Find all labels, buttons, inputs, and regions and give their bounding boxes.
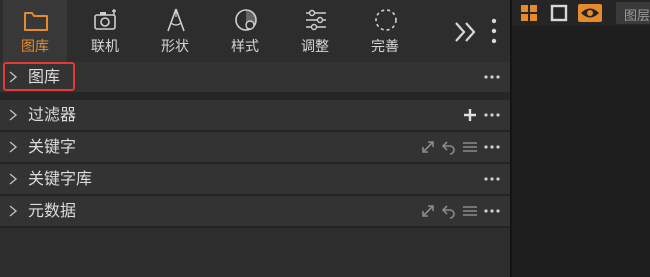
undo-icon[interactable]: [441, 139, 457, 155]
tool-tabs: 图库 联机 形状 样式 调整 完善: [0, 0, 510, 62]
chevron-right-icon[interactable]: [8, 109, 18, 121]
tab-style-label: 样式: [231, 39, 259, 55]
tab-refine-label: 完善: [371, 39, 399, 55]
panel-filters-title: 过滤器: [28, 105, 77, 124]
panel-metadata-actions: [420, 203, 500, 219]
panel-library[interactable]: 图库: [0, 62, 510, 92]
expand-icon[interactable]: [420, 139, 436, 155]
tab-adjust[interactable]: 调整: [283, 0, 347, 62]
more-icon[interactable]: [484, 203, 500, 219]
tab-layers-label: 图层: [624, 9, 650, 24]
highlight-box: [3, 62, 75, 91]
tab-tether[interactable]: 联机: [73, 0, 137, 62]
tab-style[interactable]: 样式: [213, 0, 277, 62]
expand-icon[interactable]: [420, 203, 436, 219]
panel-filters[interactable]: 过滤器: [0, 100, 510, 130]
panel-keyword-library[interactable]: 关键字库: [0, 164, 510, 194]
more-icon[interactable]: [484, 107, 500, 123]
palette-icon: [235, 9, 257, 31]
tab-layers[interactable]: 图层: [616, 2, 650, 24]
panel-filters-actions: [462, 107, 500, 123]
tab-shape-label: 形状: [161, 39, 189, 55]
list-icon[interactable]: [462, 203, 478, 219]
compass-icon: [167, 8, 185, 32]
plus-icon[interactable]: [462, 107, 478, 123]
vertical-dots-icon[interactable]: [487, 16, 501, 46]
folder-icon: [24, 12, 48, 31]
right-toolbar: 图层: [512, 0, 650, 26]
panel-keyword-library-actions: [484, 171, 500, 187]
list-icon[interactable]: [462, 139, 478, 155]
tab-library[interactable]: 图库: [3, 0, 67, 62]
tab-library-label: 图库: [21, 39, 49, 55]
tab-shape[interactable]: 形状: [143, 0, 207, 62]
double-chevron-right-icon[interactable]: [452, 20, 480, 44]
tab-tether-label: 联机: [91, 39, 119, 55]
left-panel: 图库 联机 形状 样式 调整 完善 图库 过滤器 关键字 关键字库 元数据: [0, 0, 510, 277]
more-icon[interactable]: [484, 171, 500, 187]
panel-library-actions: [484, 69, 500, 85]
camera-icon: [94, 9, 116, 30]
panel-keywords-actions: [420, 139, 500, 155]
divider: [0, 92, 510, 100]
grid-view-icon[interactable]: [520, 4, 538, 22]
panel-keywords-title: 关键字: [28, 137, 77, 156]
chevron-right-icon[interactable]: [8, 173, 18, 185]
sliders-icon: [306, 9, 326, 31]
tab-refine[interactable]: 完善: [353, 0, 417, 62]
right-panel: [512, 0, 650, 277]
chevron-right-icon[interactable]: [8, 205, 18, 217]
panel-metadata-title: 元数据: [28, 201, 77, 220]
divider: [0, 226, 510, 228]
single-view-icon[interactable]: [550, 4, 568, 22]
eye-icon[interactable]: [578, 4, 602, 22]
tab-adjust-label: 调整: [301, 39, 329, 55]
chevron-right-icon[interactable]: [8, 141, 18, 153]
panel-metadata[interactable]: 元数据: [0, 196, 510, 226]
undo-icon[interactable]: [441, 203, 457, 219]
panel-keyword-library-title: 关键字库: [28, 169, 93, 188]
more-icon[interactable]: [484, 69, 500, 85]
refine-icon: [375, 9, 397, 31]
more-icon[interactable]: [484, 139, 500, 155]
panel-keywords[interactable]: 关键字: [0, 132, 510, 162]
